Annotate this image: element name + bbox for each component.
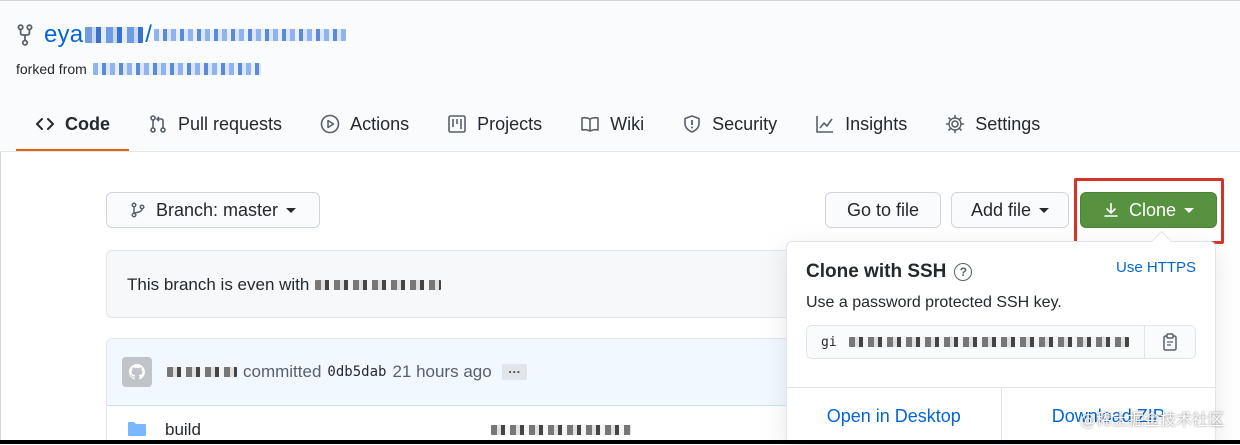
tab-label: Settings xyxy=(975,113,1041,134)
graph-icon xyxy=(816,116,834,133)
open-in-desktop-link[interactable]: Open in Desktop xyxy=(787,388,1001,445)
tab-projects[interactable]: Projects xyxy=(428,97,561,151)
forked-from-label: forked from xyxy=(16,61,87,77)
clone-button[interactable]: Clone xyxy=(1080,192,1217,228)
tab-wiki[interactable]: Wiki xyxy=(561,97,663,151)
latest-commit-bar: committed 0db5dab 21 hours ago … xyxy=(107,339,805,406)
redacted-file-commit-message[interactable] xyxy=(491,425,631,435)
use-https-link[interactable]: Use HTTPS xyxy=(1116,259,1196,276)
clone-url-field xyxy=(806,325,1196,359)
add-file-label: Add file xyxy=(970,199,1032,220)
chevron-down-icon xyxy=(1184,207,1195,213)
branch-status-text: This branch is even with xyxy=(127,275,310,294)
repo-title[interactable]: eya / xyxy=(16,21,346,49)
fork-icon xyxy=(17,24,33,46)
redacted-clone-url xyxy=(849,337,1129,347)
tab-security[interactable]: Security xyxy=(663,97,796,151)
pull-request-icon xyxy=(150,115,166,133)
clone-title-text: Clone with SSH xyxy=(806,261,947,282)
file-row[interactable]: build xyxy=(107,405,805,443)
code-icon xyxy=(36,118,54,130)
chevron-down-icon xyxy=(286,207,297,213)
folder-icon xyxy=(128,422,146,436)
tab-label: Projects xyxy=(477,113,543,134)
tab-code[interactable]: Code xyxy=(16,97,129,151)
clipboard-icon xyxy=(1163,333,1177,351)
add-file-button[interactable]: Add file xyxy=(951,192,1069,228)
tab-label: Code xyxy=(65,113,110,134)
shield-icon xyxy=(684,115,700,133)
book-icon xyxy=(581,116,599,132)
project-icon xyxy=(448,115,466,133)
tab-label: Security xyxy=(712,113,778,134)
help-icon[interactable]: ? xyxy=(954,263,973,281)
github-logo-icon xyxy=(128,364,145,380)
go-to-file-label: Go to file xyxy=(846,199,920,220)
chevron-down-icon xyxy=(1039,207,1050,213)
redacted-upstream-branch[interactable] xyxy=(315,280,442,290)
clone-label: Clone xyxy=(1128,199,1177,220)
repo-nav-tabs: Code Pull requests Actions Projects Wiki… xyxy=(16,97,1059,151)
redacted-committer[interactable] xyxy=(167,367,237,377)
tab-label: Actions xyxy=(350,113,410,134)
clone-dropdown-title: Clone with SSH ? xyxy=(806,261,973,283)
download-icon xyxy=(1104,202,1118,217)
redacted-repo-name xyxy=(153,29,346,41)
play-icon xyxy=(320,114,340,134)
repo-name-separator: / xyxy=(145,21,152,48)
tab-label: Insights xyxy=(845,113,908,134)
file-browser: committed 0db5dab 21 hours ago … build xyxy=(106,338,806,444)
bottom-edge xyxy=(0,440,1240,444)
commit-message-expand-button[interactable]: … xyxy=(501,362,527,380)
repo-owner-link[interactable]: eya xyxy=(44,21,83,49)
forked-from: forked from xyxy=(16,61,261,77)
repo-header: eya / forked from Code Pull requests Act… xyxy=(0,1,1240,152)
commit-sha-link[interactable]: 0db5dab xyxy=(327,364,386,380)
copy-to-clipboard-button[interactable] xyxy=(1144,326,1195,358)
branch-icon xyxy=(131,202,145,218)
tab-insights[interactable]: Insights xyxy=(796,97,926,151)
tab-actions[interactable]: Actions xyxy=(301,97,428,151)
avatar[interactable] xyxy=(122,357,152,387)
tab-label: Pull requests xyxy=(178,113,283,134)
commit-action: committed xyxy=(243,362,322,381)
redacted-repo-name xyxy=(85,27,144,43)
commit-time: 21 hours ago xyxy=(392,362,492,381)
branch-status-bar: This branch is even with xyxy=(106,250,806,318)
branch-select-button[interactable]: Branch: master xyxy=(106,192,320,228)
tab-pull-requests[interactable]: Pull requests xyxy=(129,97,301,151)
redacted-fork-source[interactable] xyxy=(92,63,261,75)
tab-settings[interactable]: Settings xyxy=(926,97,1059,151)
gear-icon xyxy=(945,114,965,134)
file-name[interactable]: build xyxy=(165,420,201,440)
watermark: @稀土掘金技术社区 xyxy=(1079,410,1224,429)
tab-label: Wiki xyxy=(610,113,645,134)
clone-dropdown-subtitle: Use a password protected SSH key. xyxy=(806,294,1062,311)
branch-label: Branch: master xyxy=(155,199,279,220)
go-to-file-button[interactable]: Go to file xyxy=(825,192,941,228)
